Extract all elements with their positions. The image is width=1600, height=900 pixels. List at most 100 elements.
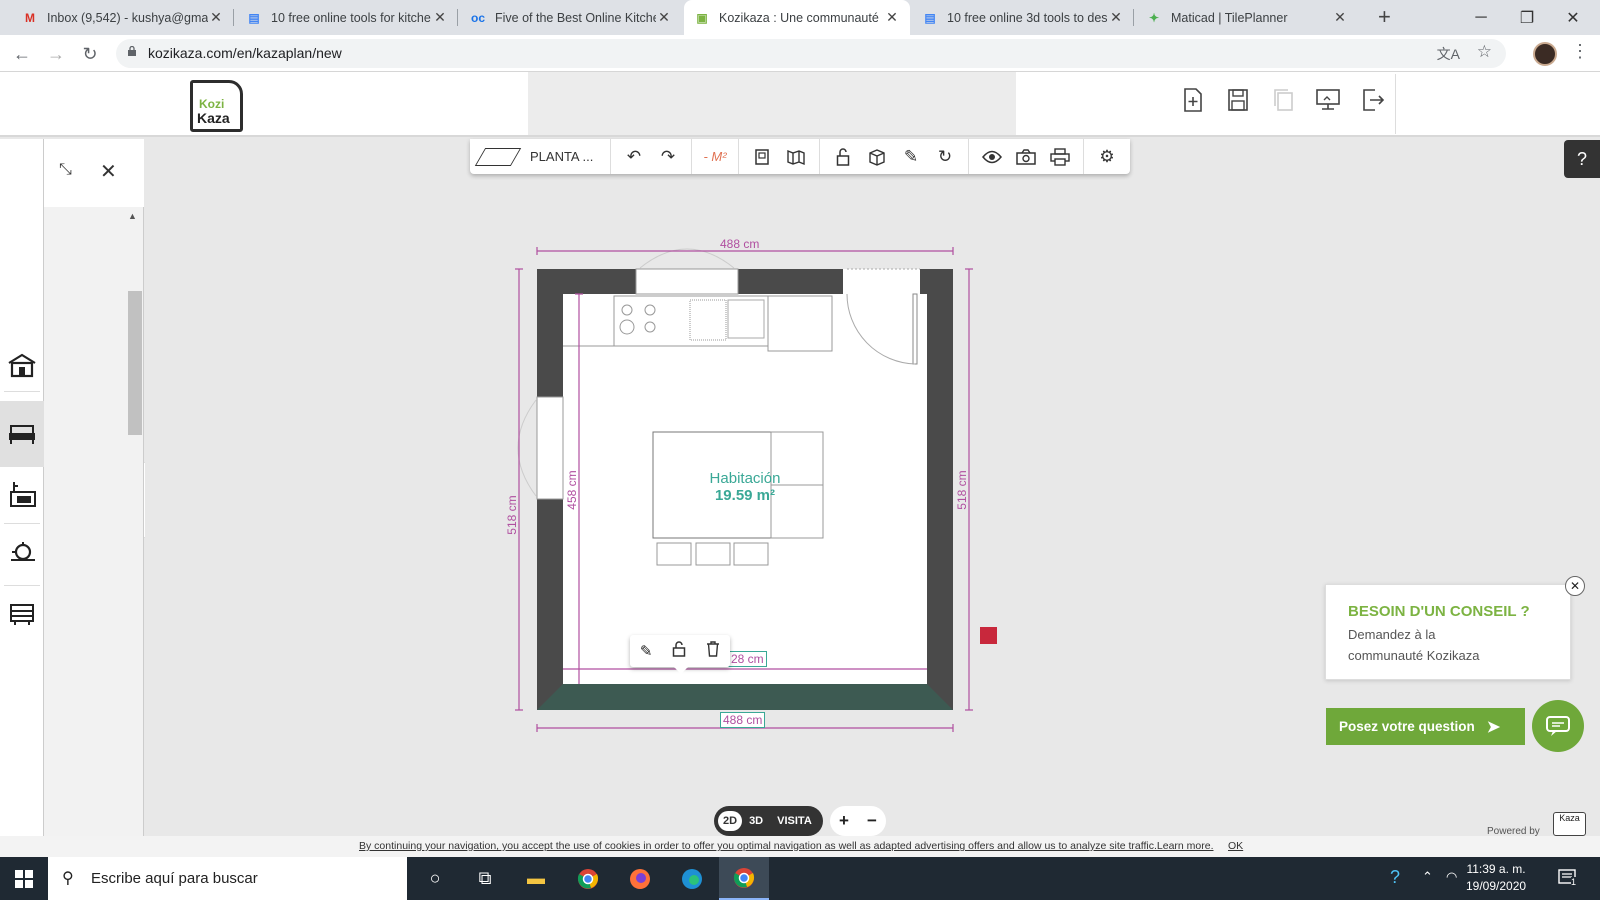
app-header: Kozi Kaza <box>0 72 1600 137</box>
eye-icon[interactable] <box>975 142 1009 172</box>
trash-icon[interactable] <box>706 641 720 661</box>
dim-small-tag[interactable]: 28 cm <box>728 651 767 667</box>
close-tab-icon[interactable]: ✕ <box>1108 9 1124 26</box>
address-bar[interactable]: kozikaza.com/en/kazaplan/new 文A ☆ <box>116 39 1506 68</box>
forward-icon[interactable]: → <box>43 41 69 67</box>
zoom-out-button[interactable]: − <box>867 811 877 831</box>
tab-five-best[interactable]: oc Five of the Best Online Kitche ✕ <box>460 0 682 35</box>
new-tab-button[interactable]: + <box>1378 4 1391 30</box>
storage-icon[interactable] <box>4 597 40 631</box>
tab-gmail[interactable]: M Inbox (9,542) - kushya@gmai ✕ <box>12 0 234 35</box>
close-tab-icon[interactable]: ✕ <box>208 9 224 26</box>
house-icon[interactable] <box>4 348 40 382</box>
cube-icon[interactable] <box>860 142 894 172</box>
ruler-pencil-icon[interactable]: ✎ <box>894 142 928 172</box>
kitchen-icon[interactable] <box>4 477 40 511</box>
edit-pencil-icon[interactable]: ✎ <box>640 642 653 660</box>
zoom-in-button[interactable]: + <box>839 811 849 831</box>
plan-toolbar: PLANTA ... ↶ ↷ - M² ✎ ↻ ⚙ <box>470 139 1130 174</box>
print-icon[interactable] <box>1043 142 1077 172</box>
sofa-icon[interactable] <box>0 401 44 467</box>
windows-start-icon[interactable] <box>0 857 48 900</box>
view-3d-button[interactable]: 3D <box>742 815 770 827</box>
floor-selector-label: PLANTA ... <box>530 149 594 164</box>
ask-question-label: Posez votre question <box>1339 719 1475 734</box>
bathroom-icon[interactable] <box>4 536 40 570</box>
rotate-icon[interactable]: ↻ <box>928 142 962 172</box>
close-window-icon[interactable]: ✕ <box>1550 0 1596 35</box>
task-view-icon[interactable]: ⧉ <box>460 857 510 900</box>
chrome-active-icon[interactable] <box>719 857 769 900</box>
room-label[interactable]: Habitación 19.59 m² <box>682 470 808 504</box>
help-tray-icon[interactable]: ? <box>1390 867 1400 888</box>
taskbar-search[interactable]: ⚲ Escribe aquí para buscar <box>48 857 407 900</box>
close-tab-icon[interactable]: ✕ <box>656 9 672 26</box>
menu-kebab-icon[interactable]: ⋮ <box>1571 41 1589 62</box>
kaza-mini-logo: Kaza <box>1553 812 1586 836</box>
document-icon[interactable] <box>745 142 779 172</box>
restore-icon[interactable]: ❐ <box>1504 0 1550 35</box>
category-rail <box>0 139 44 836</box>
tab-kozikaza[interactable]: ▣ Kozikaza : Une communauté ✕ <box>684 0 910 35</box>
send-arrow-icon: ➤ <box>1486 718 1501 736</box>
floor-plan-icon <box>474 147 522 166</box>
ask-question-button[interactable]: Posez votre question ➤ <box>1326 708 1525 745</box>
close-advice-icon[interactable]: ✕ <box>1565 576 1585 596</box>
wifi-icon[interactable]: ◠ <box>1446 869 1457 885</box>
settings-gear-icon[interactable]: ⚙ <box>1090 142 1124 172</box>
view-2d-button[interactable]: 2D <box>718 811 743 831</box>
tab-title: Five of the Best Online Kitche <box>495 10 656 25</box>
cortana-icon[interactable]: ○ <box>410 857 460 900</box>
red-marker[interactable] <box>980 627 997 644</box>
collapse-icon[interactable]: ⤡ <box>59 161 72 179</box>
unlock-icon[interactable] <box>672 641 686 661</box>
scroll-up-arrow-icon[interactable]: ▲ <box>128 211 137 221</box>
new-file-icon[interactable] <box>1170 88 1215 118</box>
copy-icon[interactable] <box>1260 88 1305 118</box>
chat-bubble-icon[interactable] <box>1532 700 1584 752</box>
tab-maticad[interactable]: ✦ Maticad | TilePlanner ✕ <box>1136 0 1358 35</box>
tab-title: Maticad | TilePlanner <box>1171 10 1288 25</box>
dim-bottom-tag[interactable]: 488 cm <box>720 712 766 728</box>
room-area: 19.59 m² <box>714 487 776 504</box>
kozikaza-logo[interactable]: Kozi Kaza <box>190 80 243 132</box>
lock-open-icon[interactable] <box>826 142 860 172</box>
profile-avatar[interactable] <box>1533 42 1557 66</box>
translate-icon[interactable]: 文A <box>1437 44 1460 64</box>
firefox-icon[interactable] <box>615 857 665 900</box>
cookie-text[interactable]: By continuing your navigation, you accep… <box>359 840 1214 852</box>
scrollbar-thumb[interactable] <box>128 291 142 435</box>
tab-3d-tools[interactable]: ▤ 10 free online 3d tools to des ✕ <box>912 0 1134 35</box>
view-visit-button[interactable]: VISITA <box>770 815 819 827</box>
exit-icon[interactable] <box>1350 88 1395 118</box>
presentation-icon[interactable] <box>1305 88 1350 118</box>
save-icon[interactable] <box>1215 88 1260 118</box>
map-icon[interactable] <box>779 142 813 172</box>
chrome-icon[interactable] <box>563 857 613 900</box>
tab-title: 10 free online 3d tools to des <box>947 10 1108 25</box>
area-m2-button[interactable]: - M² <box>698 142 732 172</box>
undo-icon[interactable]: ↶ <box>617 142 651 172</box>
close-tab-icon[interactable]: ✕ <box>432 9 448 26</box>
redo-icon[interactable]: ↷ <box>651 142 685 172</box>
close-panel-icon[interactable]: ✕ <box>100 159 117 184</box>
cookie-bar: By continuing your navigation, you accep… <box>0 836 1600 857</box>
show-hidden-icons-icon[interactable]: ⌃ <box>1422 869 1433 885</box>
notification-icon[interactable]: 1 <box>1558 869 1578 890</box>
tab-docs-kitchen[interactable]: ▤ 10 free online tools for kitche ✕ <box>236 0 458 35</box>
file-explorer-icon[interactable]: ▬ <box>511 857 561 900</box>
close-tab-icon[interactable]: ✕ <box>1332 9 1348 26</box>
clock[interactable]: 11:39 a. m. 19/09/2020 <box>1466 861 1526 895</box>
close-tab-icon[interactable]: ✕ <box>884 9 900 26</box>
edge-icon[interactable] <box>667 857 717 900</box>
cookie-ok-link[interactable]: OK <box>1228 840 1243 852</box>
minimize-icon[interactable]: ─ <box>1458 0 1504 35</box>
back-icon[interactable]: ← <box>9 41 35 67</box>
reload-icon[interactable]: ↻ <box>77 41 103 67</box>
catalog-panel: ⤡ ✕ ▲ <box>44 139 144 836</box>
browser-tab-strip: M Inbox (9,542) - kushya@gmai ✕ ▤ 10 fre… <box>0 0 1600 35</box>
help-icon[interactable]: ? <box>1564 140 1600 178</box>
camera-icon[interactable] <box>1009 142 1043 172</box>
bookmark-star-icon[interactable]: ☆ <box>1477 42 1492 62</box>
floor-selector[interactable]: PLANTA ... <box>470 139 611 174</box>
